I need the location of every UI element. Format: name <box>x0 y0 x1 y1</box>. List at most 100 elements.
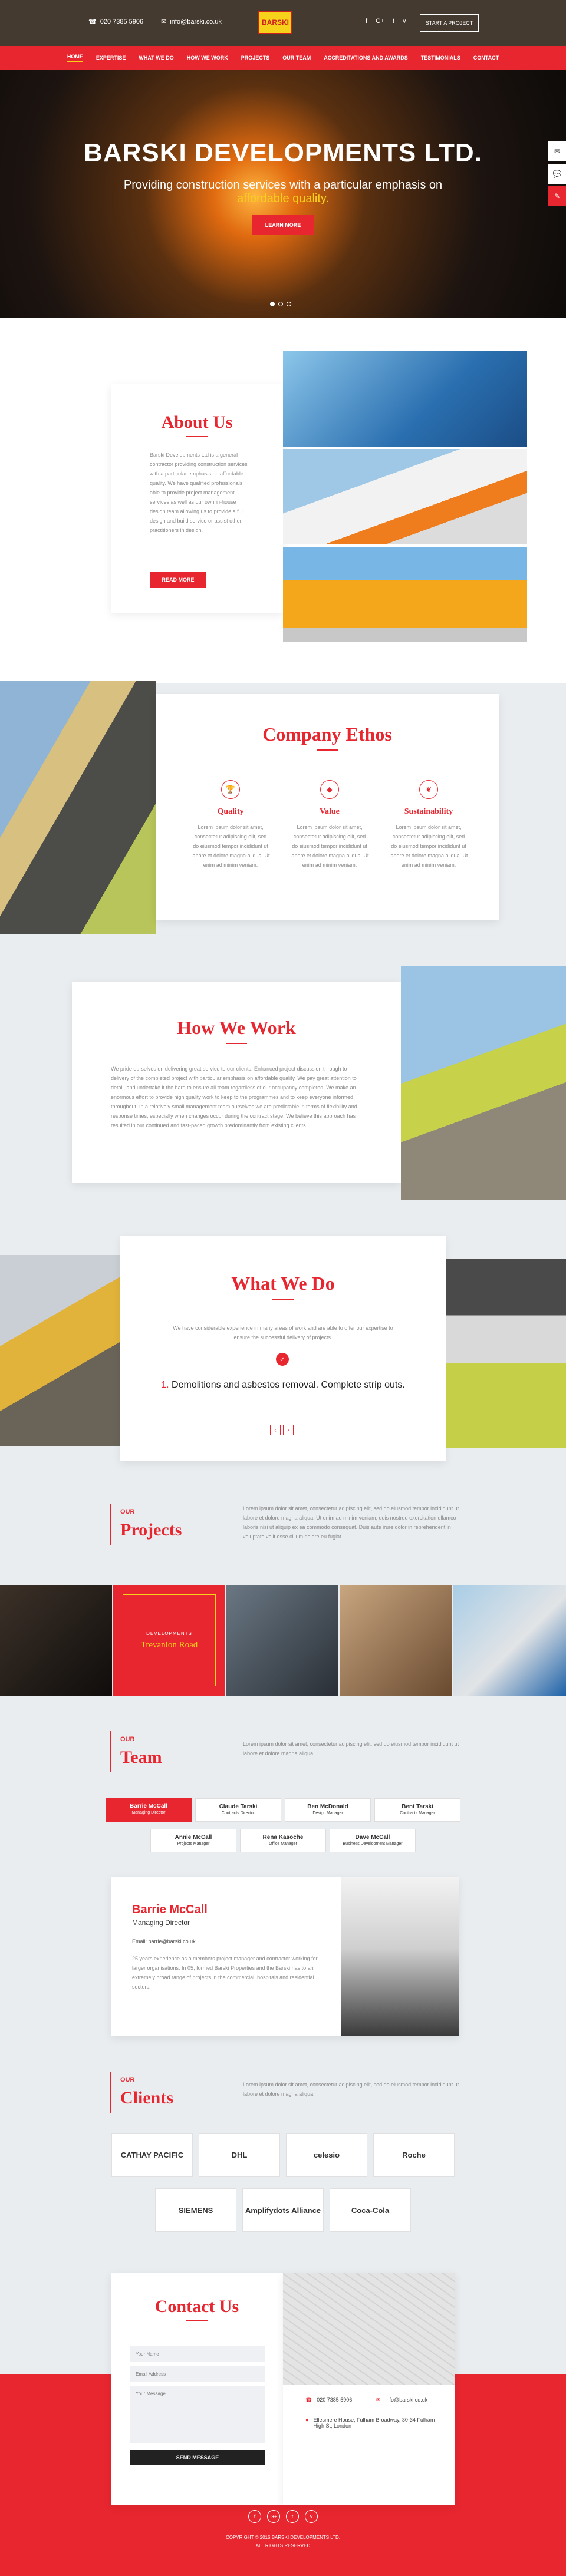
hero-highlight: affordable quality. <box>236 192 330 205</box>
phone-link[interactable]: ☎ 020 7385 5906 <box>88 18 143 26</box>
client-logo: celesio <box>286 2133 367 2177</box>
chevron-right-icon[interactable]: › <box>283 1425 294 1435</box>
header-contacts: ☎ 020 7385 5906 ✉ info@barski.co.uk <box>88 18 222 26</box>
mail-icon: ✉ <box>161 18 167 25</box>
team-tab[interactable]: Ben McDonald Design Manager <box>285 1798 371 1822</box>
ethos-item-body: Lorem ipsum dolor sit amet, consectetur … <box>290 824 369 868</box>
hero-subtitle: Providing construction services with a p… <box>123 179 443 191</box>
footer-socials: f G+ t v <box>0 2510 566 2523</box>
team-tab[interactable]: Rena Kasoche Office Manager <box>240 1829 326 1852</box>
team-profile-card: Barrie McCall Managing Director Email: b… <box>111 1877 459 2036</box>
chat-icon[interactable]: 💬 <box>548 164 566 184</box>
ethos-photo-worker <box>0 681 156 934</box>
project-tile-featured[interactable]: DEVELOPMENTS Trevanion Road <box>113 1585 225 1696</box>
slider-dot[interactable] <box>278 302 283 306</box>
contact-phone[interactable]: ☎ 020 7385 5906 <box>305 2397 352 2403</box>
page: ☎ 020 7385 5906 ✉ info@barski.co.uk BARSKI… <box>0 0 566 2576</box>
tools-icon[interactable]: ✎ <box>548 186 566 206</box>
ethos-item: ❦ Sustainability Lorem ipsum dolor sit ame… <box>389 780 468 870</box>
mail-icon[interactable]: ✉ <box>548 141 566 161</box>
ethos-item: ◆ Value Lorem ipsum dolor sit amet, consec… <box>290 780 369 870</box>
team-tab-name: Rena Kasoche <box>262 1834 304 1841</box>
profile-photo <box>341 1877 459 2036</box>
team-tab-name: Dave McCall <box>355 1834 390 1841</box>
vimeo-icon[interactable]: v <box>403 18 406 25</box>
learn-more-button[interactable]: LEARN MORE <box>252 215 314 235</box>
client-logo: Amplifydots Alliance <box>242 2188 324 2232</box>
logo[interactable]: BARSKI <box>258 11 292 34</box>
clients-intro: Lorem ipsum dolor sit amet, consectetur … <box>243 2082 459 2097</box>
client-logo: CATHAY PACIFIC <box>111 2133 193 2177</box>
facebook-icon[interactable]: f <box>248 2510 261 2523</box>
slider-dot[interactable] <box>270 302 275 306</box>
ethos-card: Company Ethos 🏆 Quality Lorem ipsum dolor … <box>156 694 499 920</box>
nav-item-testimonials[interactable]: TESTIMONIALS <box>421 55 460 61</box>
email-link[interactable]: ✉ info@barski.co.uk <box>161 18 222 26</box>
team-tab[interactable]: Annie McCall Projects Manager <box>150 1829 236 1852</box>
client-logo: SIEMENS <box>155 2188 236 2232</box>
team-tab[interactable]: Dave McCall Business Development Manager <box>330 1829 416 1852</box>
what-card: What We Do We have considerable experien… <box>120 1236 446 1461</box>
how-photo-crew <box>401 966 566 1200</box>
nav-item-our-team[interactable]: OUR TEAM <box>282 55 311 61</box>
team-tab[interactable]: Barrie McCall Managing Director <box>106 1798 192 1822</box>
project-tile[interactable] <box>226 1585 338 1696</box>
project-tile[interactable] <box>453 1585 566 1696</box>
ethos-item-title: Value <box>320 807 340 816</box>
ethos-item: 🏆 Quality Lorem ipsum dolor sit amet, cons… <box>191 780 270 870</box>
projects-title: Projects <box>120 1520 182 1540</box>
vimeo-icon[interactable]: v <box>305 2510 318 2523</box>
twitter-icon[interactable]: t <box>286 2510 299 2523</box>
location-icon: ● <box>305 2417 309 2423</box>
name-input[interactable] <box>130 2346 265 2362</box>
team-eyebrow: OUR <box>120 1736 135 1743</box>
team-tab-role: Projects Manager <box>177 1842 210 1846</box>
slider-dot[interactable] <box>287 302 291 306</box>
chevron-left-icon[interactable]: ‹ <box>270 1425 281 1435</box>
copyright: COPYRIGHT © 2016 BARSKI DEVELOPMENTS LTD… <box>225 2535 341 2540</box>
google-plus-icon[interactable]: G+ <box>267 2510 280 2523</box>
title-divider <box>186 2320 208 2321</box>
nav-item-expertise[interactable]: EXPERTISE <box>96 55 126 61</box>
start-project-button[interactable]: START A PROJECT <box>420 14 479 32</box>
nav-item-what-we-do[interactable]: WHAT WE DO <box>139 55 173 61</box>
leaf-icon: ❦ <box>419 780 438 799</box>
send-message-button[interactable]: SEND MESSAGE <box>130 2450 265 2465</box>
how-body: We pride ourselves on delivering great s… <box>111 1066 357 1128</box>
team-tab-name: Claude Tarski <box>219 1804 258 1810</box>
contact-email[interactable]: ✉ info@barski.co.uk <box>376 2397 427 2403</box>
team-tab-role: Office Manager <box>269 1842 297 1846</box>
nav-item-contact[interactable]: CONTACT <box>473 55 499 61</box>
title-divider <box>272 1299 294 1300</box>
nav-item-accreditations-and-awards[interactable]: ACCREDITATIONS AND AWARDS <box>324 55 408 61</box>
google-plus-icon[interactable]: G+ <box>376 18 384 25</box>
projects-eyebrow: OUR <box>120 1508 135 1515</box>
project-tile[interactable] <box>0 1585 112 1696</box>
profile-email[interactable]: Email: barrie@barski.co.uk <box>132 1938 196 1944</box>
team-intro: Lorem ipsum dolor sit amet, consectetur … <box>243 1741 459 1756</box>
message-textarea[interactable] <box>130 2386 265 2443</box>
team-title: Team <box>120 1748 162 1767</box>
read-more-button[interactable]: READ MORE <box>150 572 206 588</box>
what-pager: ‹ › <box>270 1425 294 1435</box>
twitter-icon[interactable]: t <box>393 18 394 25</box>
what-photo-excavator <box>0 1255 120 1446</box>
ethos-item-body: Lorem ipsum dolor sit amet, consectetur … <box>191 824 270 868</box>
contact-title: Contact Us <box>154 2297 239 2316</box>
about-photo-glass-building <box>283 351 527 447</box>
nav-item-projects[interactable]: PROJECTS <box>241 55 270 61</box>
nav-item-home[interactable]: HOME <box>67 54 83 62</box>
what-title: What We Do <box>231 1273 335 1294</box>
side-tabs: ✉ 💬 ✎ <box>548 141 566 206</box>
email-input[interactable] <box>130 2366 265 2382</box>
team-tab[interactable]: Claude Tarski Contracts Director <box>195 1798 281 1822</box>
ethos-item-title: Quality <box>217 807 244 816</box>
team-tab-role: Contracts Director <box>221 1811 255 1815</box>
map[interactable] <box>283 2273 455 2385</box>
project-tile[interactable] <box>340 1585 452 1696</box>
team-tab[interactable]: Bent Tarski Contracts Manager <box>374 1798 460 1822</box>
nav-item-how-we-work[interactable]: HOW WE WORK <box>187 55 228 61</box>
how-title: How We Work <box>177 1017 296 1038</box>
facebook-icon[interactable]: f <box>366 18 367 25</box>
projects-intro: Lorem ipsum dolor sit amet, consectetur … <box>243 1505 459 1540</box>
